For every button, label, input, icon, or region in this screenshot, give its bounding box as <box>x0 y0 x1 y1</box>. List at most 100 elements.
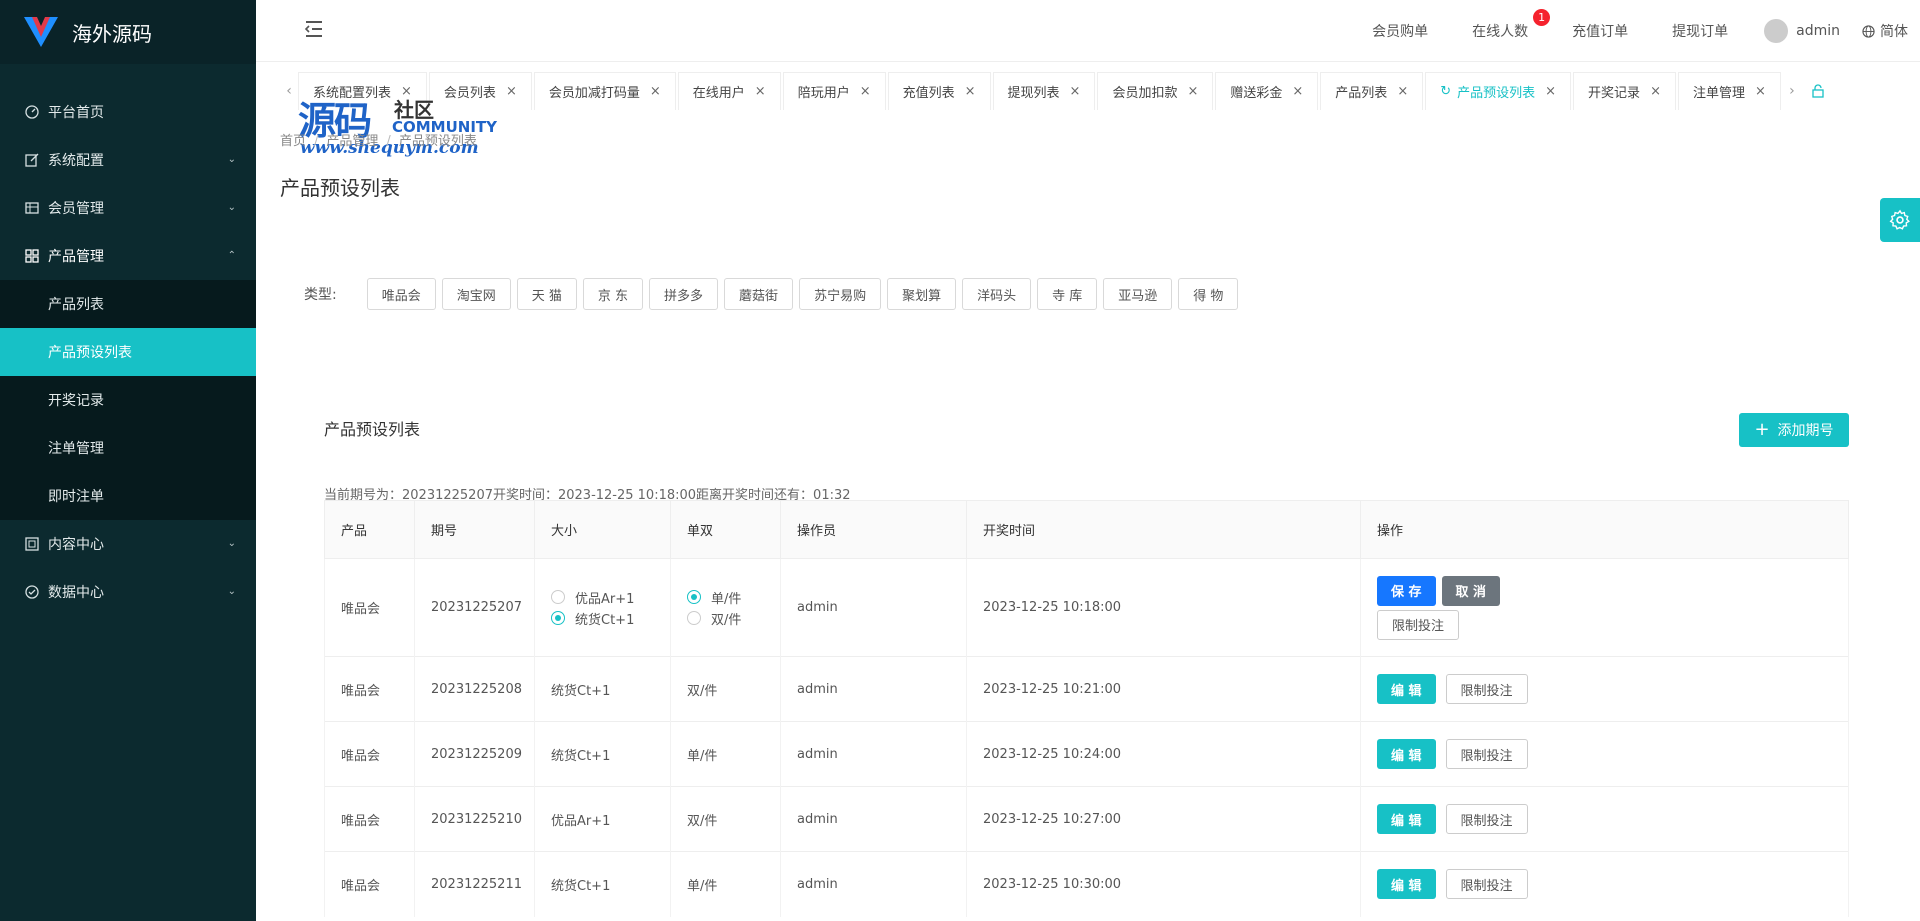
sidebar-item-product[interactable]: 产品管理 ⌃ <box>0 232 256 280</box>
size-option-superior[interactable]: 优品Ar+1 <box>551 587 670 608</box>
radio-button[interactable] <box>551 590 565 604</box>
tab-product-preset[interactable]: ↻ 产品预设列表 × <box>1425 72 1572 110</box>
user-name[interactable]: admin <box>1796 23 1840 39</box>
sidebar-item-system-config[interactable]: 系统配置 ⌄ <box>0 136 256 184</box>
radio-button[interactable] <box>687 611 701 625</box>
recharge-orders-link[interactable]: 充值订单 <box>1572 21 1628 41</box>
tab-scroll-left-icon[interactable]: ‹ <box>280 72 298 110</box>
type-option[interactable]: 拼多多 <box>649 278 719 310</box>
tab-bet-management[interactable]: 注单管理 × <box>1677 72 1781 110</box>
save-button[interactable]: 保 存 <box>1377 575 1436 606</box>
sidebar-item-data[interactable]: 数据中心 ⌄ <box>0 568 256 616</box>
close-icon[interactable]: × <box>1545 84 1556 99</box>
add-period-button[interactable]: + 添加期号 <box>1739 413 1849 447</box>
breadcrumb: 首页 / 产品管理 / 产品预设列表 <box>280 130 477 149</box>
close-icon[interactable]: × <box>506 84 517 99</box>
radio-button-checked[interactable] <box>551 611 565 625</box>
type-option[interactable]: 蘑菇街 <box>724 278 794 310</box>
menu-fold-icon[interactable] <box>304 20 324 38</box>
member-purchase-link[interactable]: 会员购单 <box>1372 21 1428 41</box>
type-option[interactable]: 得 物 <box>1178 278 1239 310</box>
edit-button[interactable]: 编 辑 <box>1377 869 1436 900</box>
refresh-icon[interactable]: ↻ <box>1440 84 1451 99</box>
grid-icon <box>24 248 40 264</box>
limit-bet-button[interactable]: 限制投注 <box>1445 804 1528 834</box>
type-option[interactable]: 聚划算 <box>887 278 957 310</box>
cancel-button[interactable]: 取 消 <box>1441 575 1501 606</box>
tab-label: 在线用户 <box>692 86 745 101</box>
cell-period: 20231225210 <box>414 786 535 852</box>
breadcrumb-product[interactable]: 产品管理 <box>326 134 378 149</box>
sidebar-item-home[interactable]: 平台首页 <box>0 88 256 136</box>
online-users-link[interactable]: 在线人数 1 <box>1472 9 1551 41</box>
type-option[interactable]: 京 东 <box>582 278 644 310</box>
close-icon[interactable]: × <box>650 84 661 99</box>
tab-scroll-right-icon[interactable]: › <box>1783 72 1801 110</box>
unlock-icon[interactable] <box>1811 72 1825 110</box>
edit-button[interactable]: 编 辑 <box>1377 739 1436 769</box>
limit-bet-button[interactable]: 限制投注 <box>1445 869 1528 900</box>
sidebar-item-content[interactable]: 内容中心 ⌄ <box>0 520 256 568</box>
column-header: 操作员 <box>780 500 967 559</box>
tab-member-code[interactable]: 会员加减打码量 × <box>533 72 676 110</box>
type-option[interactable]: 天 猫 <box>516 278 577 310</box>
sidebar-item-product-preset[interactable]: 产品预设列表 <box>0 328 256 376</box>
sidebar-item-label: 会员管理 <box>48 201 104 217</box>
tab-recharge-list[interactable]: 充值列表 × <box>887 72 991 110</box>
chevron-up-icon: ⌃ <box>227 250 236 261</box>
type-option[interactable]: 淘宝网 <box>441 278 511 310</box>
limit-bet-button[interactable]: 限制投注 <box>1445 674 1528 704</box>
column-header: 大小 <box>534 500 671 559</box>
withdraw-orders-link[interactable]: 提现订单 <box>1672 21 1728 41</box>
tab-member-adjust[interactable]: 会员加扣款 × <box>1097 72 1214 110</box>
type-option[interactable]: 寺 库 <box>1037 278 1098 310</box>
limit-bet-button[interactable]: 限制投注 <box>1377 609 1460 640</box>
product-submenu: 产品列表 产品预设列表 开奖记录 注单管理 即时注单 <box>0 280 256 520</box>
cell-draw-time: 2023-12-25 10:18:00 <box>966 558 1361 657</box>
breadcrumb-separator: / <box>386 134 391 149</box>
type-option[interactable]: 唯品会 <box>366 278 436 310</box>
radio-label: 统货Ct+1 <box>575 612 635 628</box>
size-option-general[interactable]: 统货Ct+1 <box>551 608 670 629</box>
type-option[interactable]: 苏宁易购 <box>799 278 882 310</box>
radio-button-checked[interactable] <box>687 590 701 604</box>
close-icon[interactable]: × <box>860 84 871 99</box>
tab-online-users[interactable]: 在线用户 × <box>677 72 781 110</box>
limit-bet-button[interactable]: 限制投注 <box>1445 739 1528 769</box>
close-icon[interactable]: × <box>1187 84 1198 99</box>
parity-option-single[interactable]: 单/件 <box>687 587 780 608</box>
tab-companion-users[interactable]: 陪玩用户 × <box>782 72 886 110</box>
close-icon[interactable]: × <box>1292 84 1303 99</box>
tab-product-list[interactable]: 产品列表 × <box>1320 72 1424 110</box>
avatar[interactable] <box>1764 19 1789 43</box>
close-icon[interactable]: × <box>755 84 766 99</box>
cell-size: 统货Ct+1 <box>534 851 671 917</box>
logo[interactable]: 海外源码 <box>0 0 256 64</box>
sidebar-item-label: 注单管理 <box>48 441 104 457</box>
chevron-down-icon: ⌄ <box>227 538 236 549</box>
sidebar-item-product-list[interactable]: 产品列表 <box>0 280 256 328</box>
edit-button[interactable]: 编 辑 <box>1377 804 1436 834</box>
close-icon[interactable]: × <box>1070 84 1081 99</box>
type-option[interactable]: 洋码头 <box>962 278 1032 310</box>
close-icon[interactable]: × <box>965 84 976 99</box>
language-switch[interactable]: 简体 <box>1862 21 1908 41</box>
type-option[interactable]: 亚马逊 <box>1103 278 1173 310</box>
close-icon[interactable]: × <box>1397 84 1408 99</box>
close-icon[interactable]: × <box>1650 84 1661 99</box>
parity-option-double[interactable]: 双/件 <box>687 608 780 629</box>
sidebar-item-live-bets[interactable]: 即时注单 <box>0 472 256 520</box>
sidebar-item-bet-management[interactable]: 注单管理 <box>0 424 256 472</box>
close-icon[interactable]: × <box>1755 84 1766 99</box>
settings-float-button[interactable] <box>1880 198 1920 242</box>
breadcrumb-home[interactable]: 首页 <box>280 134 306 149</box>
edit-button[interactable]: 编 辑 <box>1377 674 1436 704</box>
tab-draw-records[interactable]: 开奖记录 × <box>1573 72 1676 110</box>
tab-withdraw-list[interactable]: 提现列表 × <box>992 72 1096 110</box>
sidebar-item-member[interactable]: 会员管理 ⌄ <box>0 184 256 232</box>
sidebar-item-draw-records[interactable]: 开奖记录 <box>0 376 256 424</box>
tab-bonus[interactable]: 赠送彩金 × <box>1215 72 1319 110</box>
cell-period: 20231225208 <box>414 656 535 722</box>
cell-period: 20231225207 <box>414 558 535 657</box>
tab-label: 提现列表 <box>1007 86 1060 101</box>
